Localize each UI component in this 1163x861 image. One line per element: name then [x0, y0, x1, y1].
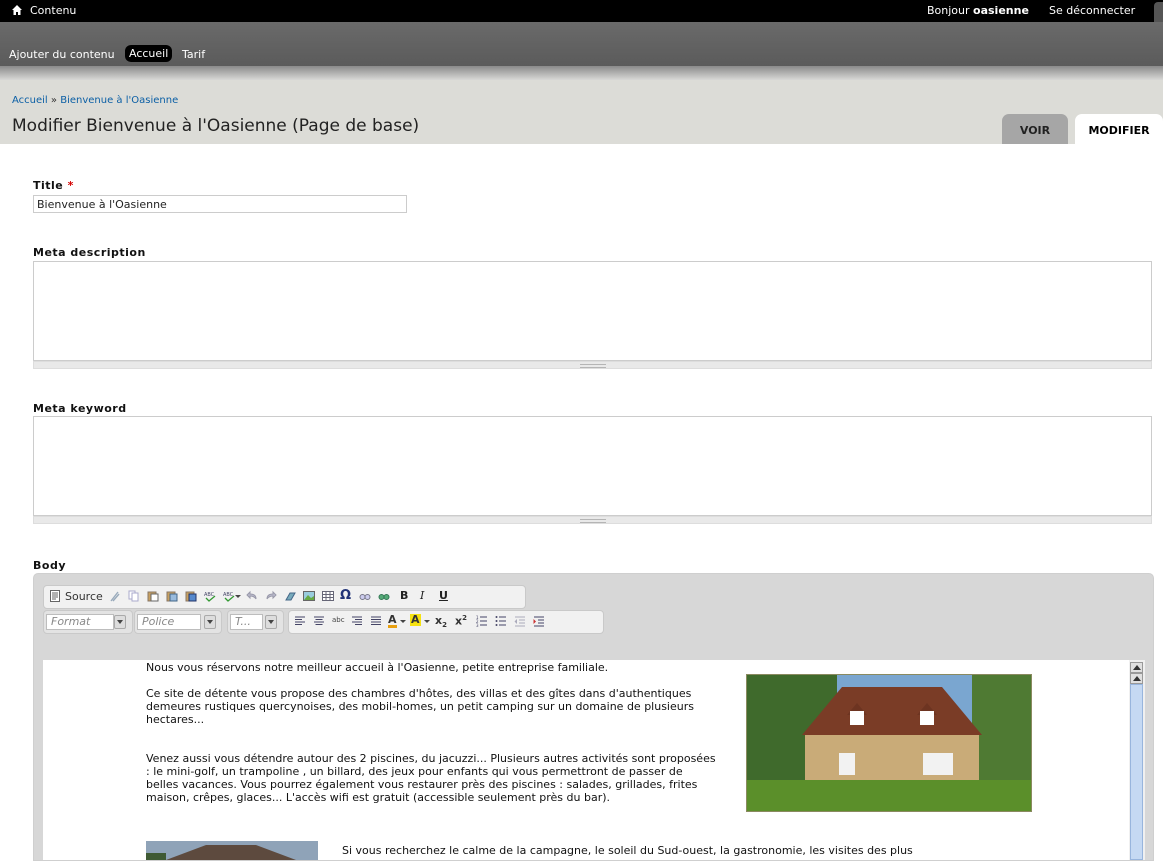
- meta-description-label: Meta description: [33, 246, 146, 259]
- page-header: Accueil » Bienvenue à l'Oasienne Modifie…: [0, 80, 1163, 144]
- image-icon[interactable]: [303, 590, 315, 602]
- strikethrough-icon[interactable]: abc: [332, 616, 345, 624]
- table-icon[interactable]: [322, 590, 334, 602]
- format-combo-group: Format: [43, 610, 133, 634]
- breadcrumb: Accueil » Bienvenue à l'Oasienne: [12, 95, 178, 106]
- username-link[interactable]: oasienne: [973, 4, 1029, 17]
- special-char-icon[interactable]: Ω: [340, 588, 351, 603]
- editor-toolbar-row-2: abc A A x2 x2 123: [288, 610, 604, 634]
- replace-icon[interactable]: [378, 590, 390, 602]
- align-right-icon[interactable]: [351, 615, 363, 627]
- paste-icon[interactable]: [147, 590, 159, 602]
- font-combo[interactable]: Police: [137, 614, 201, 630]
- align-center-icon[interactable]: [313, 615, 325, 627]
- text-color-icon[interactable]: A: [388, 614, 397, 628]
- align-left-icon[interactable]: [294, 615, 306, 627]
- scayt-dropdown-icon[interactable]: [235, 590, 241, 602]
- body-label: Body: [33, 559, 66, 572]
- shortcut-add-content[interactable]: Ajouter du contenu: [9, 48, 115, 61]
- underline-icon[interactable]: U: [439, 589, 448, 602]
- breadcrumb-separator: »: [50, 95, 58, 106]
- logout-link[interactable]: Se déconnecter: [1049, 4, 1135, 17]
- format-dropdown-icon[interactable]: [114, 615, 126, 629]
- undo-icon[interactable]: [246, 590, 258, 602]
- greeting: Bonjour oasienne: [927, 4, 1029, 17]
- home-icon[interactable]: [12, 5, 22, 15]
- redo-icon[interactable]: [265, 590, 277, 602]
- shortcut-tarif[interactable]: Tarif: [182, 48, 205, 61]
- editor-toolbar-row-1: Source ABC ABC Ω B I U: [43, 585, 526, 609]
- content-paragraph: Venez aussi vous détendre autour des 2 p…: [146, 752, 716, 804]
- bulleted-list-icon[interactable]: [495, 615, 507, 627]
- subscript-icon[interactable]: x2: [435, 614, 447, 629]
- scrollbar-thumb[interactable]: [1130, 684, 1143, 860]
- meta-description-textarea[interactable]: [33, 261, 1152, 361]
- outdent-icon[interactable]: [514, 615, 526, 627]
- size-combo[interactable]: T...: [230, 614, 263, 630]
- format-combo[interactable]: Format: [46, 614, 114, 630]
- house-thumbnail-photo[interactable]: [146, 841, 318, 860]
- stone-house-photo[interactable]: [746, 674, 1032, 812]
- editor-scrollbar[interactable]: [1129, 660, 1145, 860]
- size-combo-group: T...: [227, 610, 284, 634]
- breadcrumb-current[interactable]: Bienvenue à l'Oasienne: [60, 95, 178, 106]
- stone-house-illustration: [747, 675, 1031, 811]
- meta-description-grippie[interactable]: [33, 361, 1152, 369]
- background-color-icon[interactable]: A: [410, 614, 421, 626]
- paste-text-icon[interactable]: [166, 590, 178, 602]
- scroll-top-icon[interactable]: [1130, 662, 1143, 673]
- scayt-icon[interactable]: ABC: [223, 590, 235, 602]
- bold-icon[interactable]: B: [400, 589, 408, 602]
- svg-text:3: 3: [476, 623, 479, 627]
- font-combo-group: Police: [134, 610, 222, 634]
- bg-color-dropdown-icon[interactable]: [424, 615, 430, 627]
- meta-keyword-grippie[interactable]: [33, 516, 1152, 524]
- meta-keyword-label: Meta keyword: [33, 402, 127, 415]
- size-dropdown-icon[interactable]: [265, 615, 277, 629]
- cut-icon[interactable]: [109, 590, 121, 602]
- page-title: Modifier Bienvenue à l'Oasienne (Page de…: [12, 116, 420, 136]
- numbered-list-icon[interactable]: 123: [476, 615, 488, 627]
- title-input[interactable]: Bienvenue à l'Oasienne: [33, 195, 407, 213]
- title-label: Title *: [33, 179, 74, 192]
- paste-word-icon[interactable]: [185, 590, 197, 602]
- toolbar-shadow: [0, 66, 1163, 80]
- text-color-dropdown-icon[interactable]: [400, 615, 406, 627]
- tab-view[interactable]: VOIR: [1002, 114, 1068, 144]
- italic-icon[interactable]: I: [420, 589, 424, 602]
- copy-icon[interactable]: [128, 590, 140, 602]
- house-thumbnail-illustration: [146, 841, 318, 860]
- shortcuts-bar: Ajouter du contenu Accueil Tarif: [0, 22, 1163, 66]
- remove-format-icon[interactable]: [284, 590, 296, 602]
- breadcrumb-home[interactable]: Accueil: [12, 95, 48, 106]
- shortcut-accueil[interactable]: Accueil: [125, 45, 173, 62]
- toolbar-drawer-toggle[interactable]: [1154, 2, 1163, 22]
- admin-toolbar: Contenu Bonjour oasienne Se déconnecter: [0, 0, 1163, 22]
- align-justify-icon[interactable]: [370, 615, 382, 627]
- required-marker: *: [67, 179, 74, 192]
- find-icon[interactable]: [359, 590, 371, 602]
- content-paragraph: Si vous recherchez le calme de la campag…: [342, 844, 913, 857]
- menu-content-link[interactable]: Contenu: [30, 4, 76, 17]
- content-paragraph: Nous vous réservons notre meilleur accue…: [146, 661, 609, 674]
- content-paragraph: Ce site de détente vous propose des cham…: [146, 687, 694, 726]
- editor-content[interactable]: Nous vous réservons notre meilleur accue…: [43, 660, 1129, 860]
- greeting-prefix: Bonjour: [927, 4, 970, 17]
- font-dropdown-icon[interactable]: [204, 615, 216, 629]
- spellcheck-icon[interactable]: ABC: [204, 590, 216, 602]
- title-label-text: Title: [33, 179, 64, 192]
- superscript-icon[interactable]: x2: [455, 614, 467, 628]
- scroll-up-icon[interactable]: [1130, 673, 1143, 684]
- source-icon[interactable]: [49, 590, 61, 602]
- meta-keyword-textarea[interactable]: [33, 416, 1152, 516]
- tab-edit[interactable]: MODIFIER: [1075, 114, 1163, 144]
- source-button[interactable]: Source: [65, 590, 103, 603]
- indent-icon[interactable]: [533, 615, 545, 627]
- body-editor: Source ABC ABC Ω B I U Format Police T..…: [33, 573, 1154, 861]
